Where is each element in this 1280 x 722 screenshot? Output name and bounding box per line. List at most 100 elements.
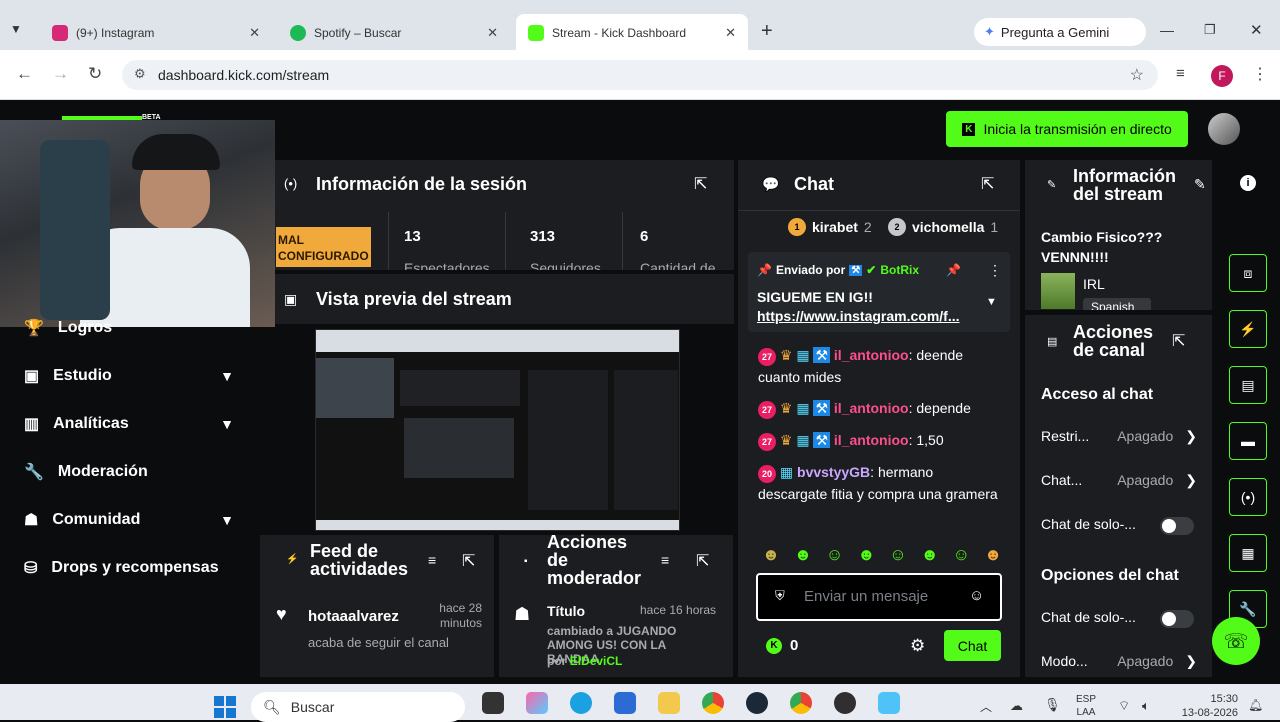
emote-icon[interactable]: ☺	[953, 545, 970, 565]
mic-icon[interactable]: 🎙	[1044, 697, 1061, 713]
obs-icon[interactable]	[834, 692, 856, 714]
minimize-button[interactable]: —	[1160, 22, 1174, 38]
pinned-link[interactable]: https://www.instagram.com/f...	[757, 308, 960, 324]
emote-icon[interactable]: ☻	[921, 545, 939, 565]
chat-input[interactable]: Enviar un mensaje	[804, 588, 928, 605]
filter-icon[interactable]: ≡	[661, 552, 669, 568]
tab-spotify[interactable]: Spotify – Buscar ✕	[278, 14, 510, 52]
profile-avatar[interactable]: F	[1211, 65, 1233, 87]
chevron-down-icon[interactable]: ▼	[986, 296, 997, 308]
emoji-icon[interactable]: ☺	[969, 587, 984, 604]
emote-icon[interactable]: ☻	[762, 545, 780, 565]
close-icon[interactable]: ✕	[725, 25, 736, 41]
chat-row[interactable]: Chat... Apagado ❯	[1041, 472, 1197, 489]
restore-button[interactable]: ❐	[1204, 22, 1216, 38]
store-icon[interactable]	[614, 692, 636, 714]
expand-icon[interactable]: ⇱	[696, 551, 709, 571]
files-icon[interactable]	[658, 692, 680, 714]
pin-icon: 📌	[757, 263, 772, 277]
close-icon[interactable]: ✕	[249, 25, 260, 41]
emote-icon[interactable]: ☺	[826, 545, 843, 565]
tab-list-button[interactable]: ▼	[10, 22, 22, 36]
filter-icon[interactable]: ≡	[428, 552, 436, 568]
notification-icon[interactable]: 🔔︎	[1248, 698, 1263, 712]
edit-pencil-icon[interactable]: ✎	[1194, 176, 1206, 193]
top-chatter-2[interactable]: 2 vichomella 1	[888, 218, 998, 236]
chat-send-button[interactable]: Chat	[944, 630, 1001, 661]
rail-layout-icon[interactable]: ▦	[1229, 534, 1267, 572]
chrome-active-icon[interactable]	[790, 692, 812, 714]
go-live-button[interactable]: K Inicia la transmisión en directo	[946, 111, 1188, 147]
media-icon[interactable]: ≡	[1176, 65, 1185, 82]
reload-button[interactable]: ↻	[88, 64, 102, 84]
chat-username[interactable]: il_antonioo	[834, 347, 909, 363]
top-chatter-1[interactable]: 1 kirabet 2	[788, 218, 872, 236]
rail-doc-icon[interactable]: ▤	[1229, 366, 1267, 404]
emote-icon[interactable]: ☺	[889, 545, 906, 565]
copilot-icon[interactable]	[526, 692, 548, 714]
site-info-icon[interactable]: ⚙	[134, 66, 146, 82]
pinned-menu-icon[interactable]: ⋮	[988, 262, 1002, 279]
emote-icon[interactable]: ☻	[984, 545, 1002, 565]
restrict-row[interactable]: Restri... Apagado ❯	[1041, 428, 1197, 445]
activity-user[interactable]: hotaaalvarez	[308, 608, 399, 625]
chat-username[interactable]: bvvstyyGB	[797, 464, 870, 480]
chrome-icon[interactable]	[702, 692, 724, 714]
onedrive-icon[interactable]: ☁	[1010, 698, 1023, 714]
notepad-icon[interactable]	[878, 692, 900, 714]
rail-screen-icon[interactable]: ⧈	[1229, 254, 1267, 292]
sidebar-item-drops[interactable]: ⛁ Drops y recompensas	[24, 558, 234, 578]
modaction-author[interactable]: ElDeviCL	[570, 654, 623, 668]
tab-instagram[interactable]: (9+) Instagram ✕	[40, 14, 272, 52]
volume-icon[interactable]: 🔈︎	[1142, 698, 1150, 714]
chat-username[interactable]: il_antonioo	[834, 400, 909, 416]
back-button[interactable]: ←	[16, 64, 33, 84]
tab-kick[interactable]: Stream - Kick Dashboard ✕	[516, 14, 748, 52]
rail-broadcast-icon[interactable]: (•)	[1229, 478, 1267, 516]
expand-icon[interactable]: ⇱	[462, 551, 475, 571]
solo-toggle[interactable]	[1160, 517, 1194, 535]
emote-icon[interactable]: ☻	[794, 545, 812, 565]
sidebar-item-estudio[interactable]: ▣ Estudio ▼	[24, 366, 234, 386]
lang-line-1: ESP	[1076, 694, 1097, 705]
expand-icon[interactable]: ⇱	[694, 174, 707, 194]
user-avatar[interactable]	[1208, 113, 1240, 145]
taskview-icon[interactable]	[482, 692, 504, 714]
sidebar-item-comunidad[interactable]: ☗ Comunidad ▼	[24, 510, 234, 530]
chat-settings-icon[interactable]: ⚙	[910, 636, 925, 656]
start-icon[interactable]	[214, 696, 236, 718]
taskbar-search[interactable]: 🔍︎ Buscar	[251, 692, 465, 722]
solo2-toggle[interactable]	[1160, 610, 1194, 628]
language-indicator[interactable]: ESP LAA	[1076, 693, 1096, 719]
pinned-author[interactable]: BotRix	[880, 263, 919, 277]
sidebar-item-analiticas[interactable]: ▥ Analíticas ▼	[24, 414, 234, 434]
expand-icon[interactable]: ⇱	[1172, 331, 1185, 351]
support-chat-button[interactable]: ☏	[1212, 617, 1260, 665]
forward-button[interactable]: →	[52, 64, 69, 84]
session-title: Información de la sesión	[316, 174, 528, 194]
gemini-button[interactable]: ✦ Pregunta a Gemini	[974, 18, 1146, 46]
unpin-icon[interactable]: 📌	[946, 263, 961, 277]
category-name[interactable]: IRL	[1083, 276, 1105, 292]
close-icon[interactable]: ✕	[487, 25, 498, 41]
menu-icon[interactable]: ⋮	[1252, 64, 1268, 84]
mode-row[interactable]: Modo... Apagado ❯	[1041, 653, 1197, 669]
info-icon[interactable]: i	[1240, 175, 1256, 191]
tray-chevron-icon[interactable]: ︿	[980, 698, 992, 715]
emote-icon[interactable]: ☻	[857, 545, 875, 565]
sidebar-item-logros[interactable]: 🏆 Logros	[24, 318, 234, 338]
modaction-time: hace 16 horas	[640, 603, 717, 617]
clock[interactable]: 15:30 13-08-2026	[1172, 692, 1238, 720]
rail-bolt-icon[interactable]: ⚡	[1229, 310, 1267, 348]
sidebar-item-moderacion[interactable]: 🔧 Moderación	[24, 462, 234, 482]
rail-chat-icon[interactable]: ▬	[1229, 422, 1267, 460]
close-window-button[interactable]: ✕	[1250, 21, 1263, 39]
wifi-icon[interactable]: ⌔	[1118, 698, 1130, 714]
edge-icon[interactable]	[570, 692, 592, 714]
steam-icon[interactable]	[746, 692, 768, 714]
expand-icon[interactable]: ⇱	[981, 174, 994, 194]
bookmark-star-icon[interactable]: ☆	[1130, 65, 1144, 85]
chat-username[interactable]: il_antonioo	[834, 432, 909, 448]
new-tab-button[interactable]: +	[761, 20, 773, 43]
url-bar[interactable]: ⚙ dashboard.kick.com/stream ☆	[122, 60, 1158, 90]
